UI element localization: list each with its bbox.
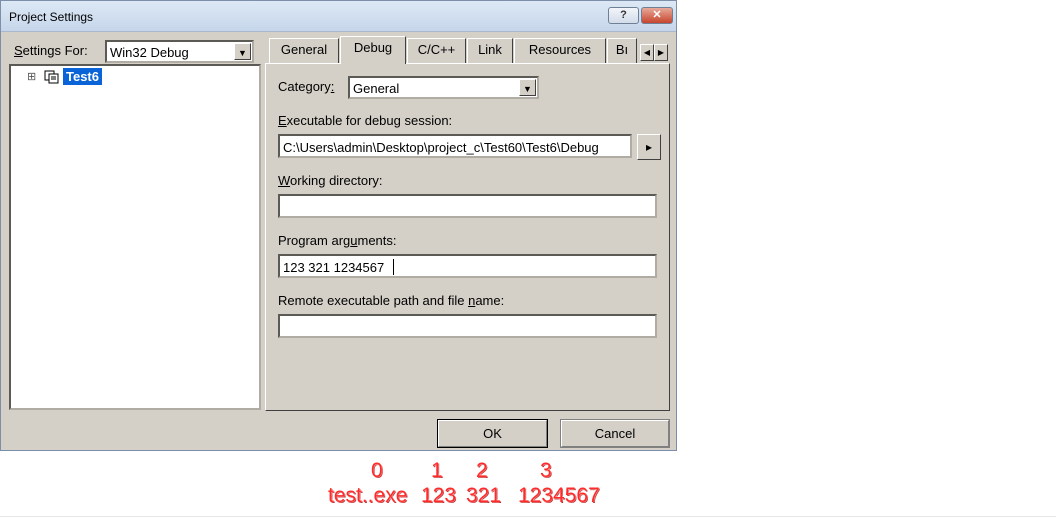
program-args-label: Program arguments: bbox=[278, 233, 397, 248]
tab-link[interactable]: Link bbox=[467, 38, 513, 63]
tab-scroll-right-icon[interactable]: ▶ bbox=[654, 44, 668, 61]
annotation-index-1: 1 bbox=[431, 459, 443, 482]
program-args-input[interactable]: 123 321 1234567 bbox=[278, 254, 657, 278]
executable-value: C:\Users\admin\Desktop\project_c\Test60\… bbox=[283, 140, 599, 155]
annotation-index-2: 2 bbox=[476, 459, 488, 482]
cancel-button[interactable]: Cancel bbox=[560, 419, 670, 448]
title-bar[interactable]: Project Settings ? ✕ bbox=[1, 1, 676, 32]
project-settings-dialog: Project Settings ? ✕ Settings For: Win32… bbox=[0, 0, 677, 451]
tab-debug[interactable]: Debug bbox=[340, 36, 406, 64]
help-button[interactable]: ? bbox=[608, 7, 639, 24]
annotation-index-0: 0 bbox=[371, 459, 383, 482]
working-dir-input[interactable] bbox=[278, 194, 657, 218]
remote-label: Remote executable path and file name: bbox=[278, 293, 505, 308]
category-select[interactable]: General ▼ bbox=[348, 76, 539, 99]
annotation-arg-1: 123 bbox=[421, 484, 457, 507]
annotation-arg-2: 321 bbox=[466, 484, 502, 507]
executable-input[interactable]: C:\Users\admin\Desktop\project_c\Test60\… bbox=[278, 134, 632, 158]
category-value: General bbox=[353, 81, 400, 96]
category-label: Category: bbox=[278, 79, 335, 94]
tab-browse-info[interactable]: Bı bbox=[607, 38, 637, 63]
annotation-arg-0: test..exe bbox=[328, 484, 408, 507]
expand-icon[interactable]: ⊞ bbox=[27, 70, 36, 83]
chevron-down-icon[interactable]: ▼ bbox=[519, 79, 536, 96]
tab-scroll-left-icon[interactable]: ◀ bbox=[640, 44, 654, 61]
text-caret bbox=[393, 259, 394, 275]
tab-cpp[interactable]: C/C++ bbox=[407, 38, 466, 63]
project-tree[interactable]: ⊞ Test6 bbox=[9, 64, 261, 410]
ok-label: OK bbox=[483, 426, 502, 441]
project-icon bbox=[44, 69, 60, 84]
working-dir-label: Working directory: bbox=[278, 173, 383, 188]
ok-button[interactable]: OK bbox=[437, 419, 548, 448]
chevron-down-icon[interactable]: ▼ bbox=[234, 43, 251, 60]
browse-arrow-button[interactable]: ▸ bbox=[637, 134, 661, 160]
executable-label: Executable for debug session: bbox=[278, 113, 453, 128]
tab-general[interactable]: General bbox=[269, 38, 339, 63]
tab-resources[interactable]: Resources bbox=[514, 38, 606, 63]
program-args-value: 123 321 1234567 bbox=[283, 260, 385, 275]
settings-for-select[interactable]: Win32 Debug ▼ bbox=[105, 40, 254, 63]
settings-for-label-rest: ettings For: bbox=[22, 43, 88, 58]
window-title: Project Settings bbox=[9, 10, 94, 24]
settings-for-label: Settings For: bbox=[14, 43, 88, 58]
annotation-arg-3: 1234567 bbox=[518, 484, 600, 507]
divider bbox=[0, 516, 1056, 517]
close-button[interactable]: ✕ bbox=[641, 7, 673, 24]
settings-for-value: Win32 Debug bbox=[110, 45, 189, 60]
cancel-label: Cancel bbox=[594, 426, 636, 441]
tree-item-label: Test6 bbox=[63, 68, 102, 85]
remote-input[interactable] bbox=[278, 314, 657, 338]
annotation-index-3: 3 bbox=[540, 459, 552, 482]
